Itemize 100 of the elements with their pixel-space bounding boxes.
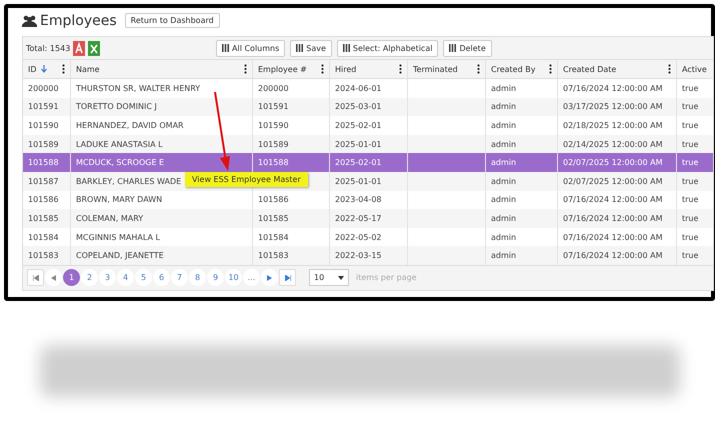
- table-cell: admin: [491, 84, 516, 93]
- table-cell: 02/14/2025 12:00:00 AM: [563, 140, 662, 149]
- tooltip: View ESS Employee Master: [185, 172, 308, 187]
- table-row[interactable]: 200000 THURSTON SR, WALTER HENRY 200000 2024-06-01 admin 07/16/2024 12:00:00 AM true: [23, 79, 713, 98]
- table-cell: THURSTON SR, WALTER HENRY: [76, 84, 200, 93]
- table-cell: true: [682, 158, 698, 168]
- column-header[interactable]: Active: [676, 60, 713, 78]
- total-count: Total: 1543: [26, 44, 70, 52]
- table-cell: admin: [491, 120, 516, 130]
- table-cell: 101588: [28, 158, 59, 168]
- column-menu-icon[interactable]: [477, 64, 480, 74]
- table-cell: 101591: [258, 102, 289, 112]
- previous-page-icon: [51, 274, 56, 281]
- table-cell: COLEMAN, MARY: [76, 214, 144, 223]
- table-cell: admin: [491, 158, 516, 168]
- page-button[interactable]: 7: [171, 269, 188, 286]
- column-menu-icon[interactable]: [399, 64, 402, 74]
- table-cell: 101591: [28, 102, 59, 112]
- page-button[interactable]: 5: [135, 269, 152, 286]
- column-header[interactable]: Created By: [485, 60, 557, 78]
- table-cell: 07/16/2024 12:00:00 AM: [563, 195, 662, 204]
- table-row[interactable]: 101584 MCGINNIS MAHALA L 101584 2022-05-02 admin 07/16/2024 12:00:00 AM true: [23, 228, 713, 246]
- items-per-page-label: items per page: [356, 273, 417, 282]
- table-cell: admin: [491, 102, 516, 112]
- toolbar-button[interactable]: All Columns: [216, 40, 286, 56]
- table-row[interactable]: 101586 BROWN, MARY DAWN 101586 2023-04-08 admin 07/16/2024 12:00:00 AM true: [23, 190, 713, 210]
- toolbar-button[interactable]: Delete: [443, 40, 492, 56]
- table-row[interactable]: 101588 MCDUCK, SCROOGE E 101588 2025-02-01 admin 02/07/2025 12:00:00 AM true: [23, 153, 713, 172]
- dropdown-caret-icon: [338, 276, 344, 280]
- table-cell: true: [682, 120, 698, 130]
- column-header[interactable]: Name: [70, 60, 252, 78]
- next-page-icon: [267, 274, 272, 281]
- toolbar-button[interactable]: Save: [290, 40, 332, 56]
- table-cell: 101590: [28, 120, 59, 130]
- column-header[interactable]: Employee #: [252, 60, 329, 78]
- column-header[interactable]: ID: [23, 60, 70, 78]
- table-cell: 02/07/2025 12:00:00 AM: [563, 158, 662, 168]
- table-cell: true: [682, 84, 698, 93]
- column-menu-icon[interactable]: [321, 64, 324, 74]
- toolbar-button[interactable]: Select: Alphabetical: [336, 40, 438, 56]
- table-cell: 2022-05-17: [335, 214, 382, 223]
- page-button[interactable]: ...: [243, 269, 260, 286]
- table-cell: BARKLEY, CHARLES WADE: [76, 176, 182, 186]
- next-page-button[interactable]: [261, 269, 278, 286]
- pdf-icon[interactable]: [73, 40, 86, 56]
- table-cell: 2025-02-01: [335, 120, 382, 130]
- table-cell: 101590: [258, 120, 289, 130]
- return-button[interactable]: Return to Dashboard: [124, 13, 220, 28]
- table-row[interactable]: 101591 TORETTO DOMINIC J 101591 2025-03-01 admin 03/17/2025 12:00:00 AM true: [23, 98, 713, 116]
- table-cell: 2025-01-01: [335, 176, 382, 186]
- page-button[interactable]: 9: [207, 269, 224, 286]
- page-button[interactable]: 1: [63, 269, 80, 286]
- table-cell: COPELAND, JEANETTE: [76, 251, 164, 260]
- column-header[interactable]: Hired: [329, 60, 407, 78]
- table-cell: 101585: [258, 214, 289, 223]
- column-menu-icon[interactable]: [244, 64, 247, 74]
- table-cell: admin: [491, 214, 516, 223]
- table-cell: 101584: [258, 232, 289, 242]
- table-cell: admin: [491, 232, 516, 242]
- table-cell: 101589: [28, 140, 59, 149]
- table-cell: true: [682, 214, 698, 223]
- table-cell: 07/16/2024 12:00:00 AM: [563, 84, 662, 93]
- last-page-button[interactable]: [279, 269, 296, 286]
- table-cell: 2022-05-02: [335, 232, 382, 242]
- table-cell: HERNANDEZ, DAVID OMAR: [76, 120, 184, 130]
- page-button[interactable]: 2: [81, 269, 98, 286]
- previous-page-button[interactable]: [45, 269, 62, 286]
- excel-icon[interactable]: [88, 40, 100, 56]
- first-page-icon: [32, 274, 38, 281]
- table-cell: admin: [491, 140, 516, 149]
- page-button[interactable]: 8: [189, 269, 206, 286]
- page-button[interactable]: 10: [225, 269, 242, 286]
- table-row[interactable]: 101590 HERNANDEZ, DAVID OMAR 101590 2025-02-01 admin 02/18/2025 12:00:00 AM true: [23, 116, 713, 135]
- table-cell: 101583: [258, 251, 289, 260]
- page-size-dropdown[interactable]: 10: [309, 269, 349, 286]
- table-cell: 2022-03-15: [335, 251, 382, 260]
- column-header[interactable]: Created Date: [557, 60, 676, 78]
- table-cell: admin: [491, 251, 516, 260]
- page-button[interactable]: 3: [99, 269, 116, 286]
- table-cell: 07/16/2024 12:00:00 AM: [563, 251, 662, 260]
- column-menu-icon[interactable]: [549, 64, 552, 74]
- table-cell: 101586: [258, 195, 289, 204]
- column-header[interactable]: Terminated: [407, 60, 485, 78]
- table-cell: MCDUCK, SCROOGE E: [76, 158, 164, 168]
- table-cell: LADUKE ANASTASIA L: [76, 140, 163, 149]
- table-cell: 2024-06-01: [335, 84, 382, 93]
- last-page-icon: [284, 274, 290, 281]
- page-button[interactable]: 6: [153, 269, 170, 286]
- table-cell: true: [682, 251, 698, 260]
- column-menu-icon[interactable]: [668, 64, 671, 74]
- page-button[interactable]: 4: [117, 269, 134, 286]
- table-cell: true: [682, 232, 698, 242]
- table-cell: 07/16/2024 12:00:00 AM: [563, 232, 662, 242]
- table-cell: 101586: [28, 195, 59, 204]
- table-cell: MCGINNIS MAHALA L: [76, 232, 160, 242]
- table-row[interactable]: 101589 LADUKE ANASTASIA L 101589 2025-01-01 admin 02/14/2025 12:00:00 AM true: [23, 134, 713, 154]
- column-menu-icon[interactable]: [62, 64, 65, 74]
- first-page-button[interactable]: [27, 269, 44, 286]
- table-cell: 200000: [28, 84, 59, 93]
- table-cell: admin: [491, 176, 516, 186]
